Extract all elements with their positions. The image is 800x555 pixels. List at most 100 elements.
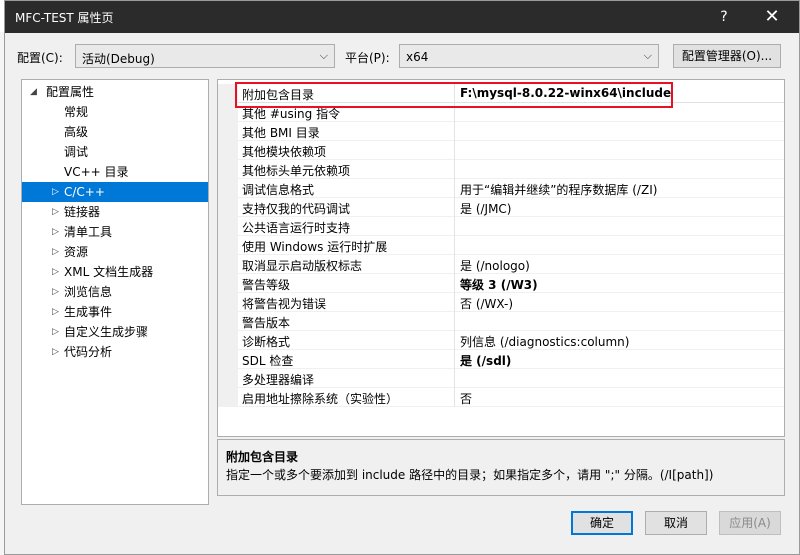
property-name: 公共语言运行时支持 <box>242 221 351 235</box>
tree-item-label: 资源 <box>64 245 89 259</box>
expand-arrow-icon[interactable]: ▷ <box>52 282 59 302</box>
property-row[interactable]: 诊断格式 列信息 (/diagnostics:column) <box>218 331 784 350</box>
property-value[interactable]: 用于“编辑并继续”的程序数据库 (/ZI) <box>460 181 780 198</box>
platform-value: x64 <box>406 50 429 64</box>
expand-arrow-icon[interactable]: ▷ <box>52 342 59 362</box>
property-pages-dialog: MFC-TEST 属性页 ? ✕ 配置(C): 活动(Debug) ⌵ 平台(P… <box>4 0 800 555</box>
tree-item[interactable]: 常规 <box>22 102 208 122</box>
property-name: 取消显示启动版权标志 <box>242 259 363 273</box>
property-row[interactable]: 支持仅我的代码调试 是 (/JMC) <box>218 198 784 217</box>
cancel-button[interactable]: 取消 <box>645 511 707 535</box>
expand-arrow-icon[interactable]: ▷ <box>52 182 59 202</box>
property-name: 其他模块依赖项 <box>242 145 327 159</box>
ok-button[interactable]: 确定 <box>571 511 633 535</box>
tree-item-label: 浏览信息 <box>64 285 113 299</box>
property-name: 启用地址擦除系统（实验性） <box>242 392 399 406</box>
property-row[interactable]: 将警告视为错误 否 (/WX-) <box>218 293 784 312</box>
property-row[interactable]: SDL 检查 是 (/sdl) <box>218 350 784 369</box>
config-manager-button[interactable]: 配置管理器(O)... <box>673 44 781 68</box>
tree-item[interactable]: ▷ 资源 <box>22 242 208 262</box>
expand-arrow-icon[interactable]: ▷ <box>52 222 59 242</box>
property-row[interactable]: 其他模块依赖项 <box>218 141 784 160</box>
property-row[interactable]: 启用地址擦除系统（实验性） 否 <box>218 388 784 407</box>
tree-item[interactable]: ▷ 生成事件 <box>22 302 208 322</box>
tree-item[interactable]: ▷ 自定义生成步骤 <box>22 322 208 342</box>
property-value[interactable]: 等级 3 (/W3) <box>460 276 780 293</box>
tree-item[interactable]: ▷ 清单工具 <box>22 222 208 242</box>
property-row[interactable]: 其他 BMI 目录 <box>218 122 784 141</box>
tree-item-label: 生成事件 <box>64 305 113 319</box>
title-bar: MFC-TEST 属性页 ? ✕ <box>5 1 799 33</box>
property-value[interactable]: 否 <box>460 390 780 407</box>
tree-item[interactable]: ▷ 链接器 <box>22 202 208 222</box>
property-name: 警告版本 <box>242 316 291 330</box>
tree-item-label: 清单工具 <box>64 225 113 239</box>
tree-item[interactable]: ▷ 浏览信息 <box>22 282 208 302</box>
tree-item-label: 链接器 <box>64 205 101 219</box>
config-dropdown[interactable]: 活动(Debug) ⌵ <box>75 44 335 68</box>
description-title: 附加包含目录 <box>226 450 299 464</box>
property-value[interactable]: 是 (/sdl) <box>460 352 780 369</box>
config-value: 活动(Debug) <box>82 52 155 66</box>
property-grid: 附加包含目录 F:\mysql-8.0.22-winx64\include 其他 … <box>217 79 785 437</box>
tree-item[interactable]: 调试 <box>22 142 208 162</box>
property-value[interactable]: 列信息 (/diagnostics:column) <box>460 333 780 350</box>
description-text: 指定一个或多个要添加到 include 路径中的目录；如果指定多个，请用 ";"… <box>226 468 714 482</box>
platform-dropdown[interactable]: x64 ⌵ <box>399 44 659 68</box>
tree-item[interactable]: ▷ 代码分析 <box>22 342 208 362</box>
property-row[interactable]: 附加包含目录 F:\mysql-8.0.22-winx64\include <box>218 84 784 103</box>
property-row[interactable]: 多处理器编译 <box>218 369 784 388</box>
property-row[interactable]: 其他 #using 指令 <box>218 103 784 122</box>
chevron-down-icon: ⌵ <box>319 49 328 62</box>
tree-item-label: 代码分析 <box>64 345 113 359</box>
property-name: SDL 检查 <box>242 354 294 368</box>
property-row[interactable]: 取消显示启动版权标志 是 (/nologo) <box>218 255 784 274</box>
tree-item-label: 常规 <box>64 105 89 119</box>
expand-arrow-icon[interactable]: ▷ <box>52 262 59 282</box>
tree-item-selected[interactable]: ▷ C/C++ <box>22 182 208 202</box>
apply-button[interactable]: 应用(A) <box>719 511 781 535</box>
property-row[interactable]: 警告等级 等级 3 (/W3) <box>218 274 784 293</box>
property-name: 其他 #using 指令 <box>242 107 341 121</box>
property-row[interactable]: 警告版本 <box>218 312 784 331</box>
tree-item[interactable]: ▷ XML 文档生成器 <box>22 262 208 282</box>
tree-item-label: VC++ 目录 <box>64 165 129 179</box>
tree-item-label: 调试 <box>64 145 89 159</box>
tree-item[interactable]: VC++ 目录 <box>22 162 208 182</box>
property-row[interactable]: 公共语言运行时支持 <box>218 217 784 236</box>
property-name: 调试信息格式 <box>242 183 315 197</box>
chevron-down-icon: ⌵ <box>643 49 652 62</box>
platform-label: 平台(P): <box>345 51 390 65</box>
property-row[interactable]: 调试信息格式 用于“编辑并继续”的程序数据库 (/ZI) <box>218 179 784 198</box>
expand-arrow-icon[interactable]: ▷ <box>52 202 59 222</box>
tree-root-label: 配置属性 <box>46 85 95 99</box>
property-name: 其他标头单元依赖项 <box>242 164 351 178</box>
expand-arrow-icon[interactable]: ▷ <box>52 322 59 342</box>
tree-root[interactable]: ◢ 配置属性 <box>22 82 208 102</box>
expanded-triangle-icon[interactable]: ◢ <box>30 82 37 102</box>
property-value[interactable]: 是 (/JMC) <box>460 200 780 217</box>
tree-item[interactable]: 高级 <box>22 122 208 142</box>
property-name: 警告等级 <box>242 278 291 292</box>
close-icon[interactable]: ✕ <box>759 5 785 29</box>
property-value[interactable]: 否 (/WX-) <box>460 295 780 312</box>
tree-item-label: XML 文档生成器 <box>64 265 154 279</box>
property-value[interactable]: F:\mysql-8.0.22-winx64\include <box>460 86 780 100</box>
tree-item-label: 高级 <box>64 125 89 139</box>
property-name: 使用 Windows 运行时扩展 <box>242 240 388 254</box>
expand-arrow-icon[interactable]: ▷ <box>52 302 59 322</box>
tree-item-label: 自定义生成步骤 <box>64 325 149 339</box>
property-name: 将警告视为错误 <box>242 297 327 311</box>
tree-item-label: C/C++ <box>64 185 105 199</box>
category-tree: ◢ 配置属性 常规 高级 调试 VC++ 目录 ▷ C/C++ ▷ 链接器 ▷ 清单… <box>21 79 209 505</box>
config-label: 配置(C): <box>17 51 63 65</box>
property-value[interactable]: 是 (/nologo) <box>460 257 780 274</box>
property-name: 支持仅我的代码调试 <box>242 202 351 216</box>
window-title: MFC-TEST 属性页 <box>15 11 114 25</box>
property-name: 附加包含目录 <box>242 88 315 102</box>
property-row[interactable]: 使用 Windows 运行时扩展 <box>218 236 784 255</box>
expand-arrow-icon[interactable]: ▷ <box>52 242 59 262</box>
property-row[interactable]: 其他标头单元依赖项 <box>218 160 784 179</box>
description-panel: 附加包含目录 指定一个或多个要添加到 include 路径中的目录；如果指定多个… <box>217 439 785 496</box>
help-icon[interactable]: ? <box>711 5 737 29</box>
